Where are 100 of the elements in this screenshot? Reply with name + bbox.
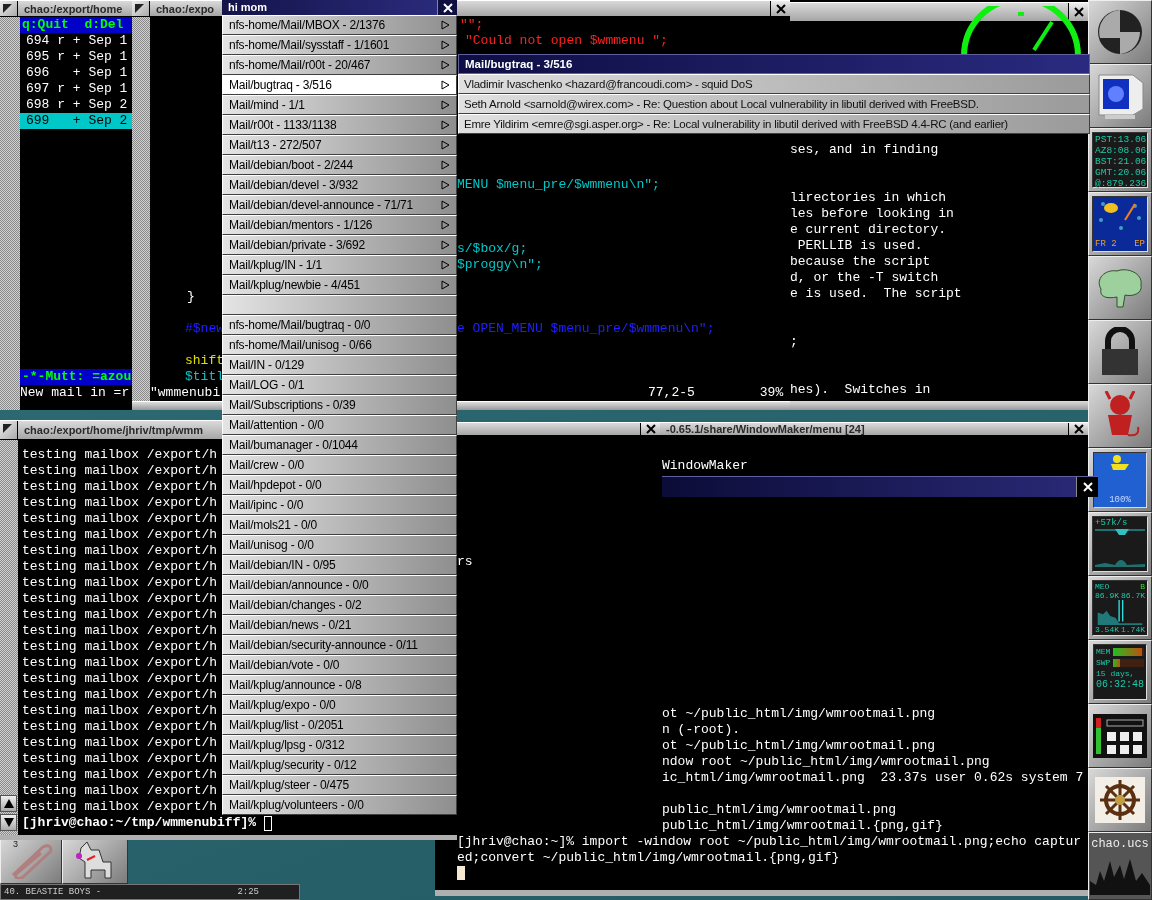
text-cursor <box>457 866 465 880</box>
menu-item[interactable]: nfs-home/Mail/MBOX - 2/1376 <box>222 15 457 35</box>
menu-item[interactable]: Mail/debian/vote - 0/0 <box>222 655 457 675</box>
workspace-number: 3 <box>13 839 18 849</box>
dock-tile[interactable] <box>1088 0 1152 64</box>
scroll-down-button[interactable] <box>0 814 17 831</box>
menu-item[interactable]: Mail/debian/private - 3/692 <box>222 235 457 255</box>
menu-item[interactable]: Vladimir Ivaschenko <hazard@francoudi.com> - squid DoS <box>458 74 1090 94</box>
menu-item[interactable]: Mail/kplug/expo - 0/0 <box>222 695 457 715</box>
terminal-line: testing mailbox /export/h <box>22 575 218 590</box>
menu-item[interactable]: Mail/kplug/IN - 1/1 <box>222 255 457 275</box>
dock-tile[interactable]: PST:13.06 AZ8:08.06 BST:21.06 GMT:20.06 @:879.236 <box>1088 128 1152 192</box>
dock-tile[interactable]: FR 2 EP <box>1088 192 1152 256</box>
menu-item[interactable]: Mail/bumanager - 0/1044 <box>222 435 457 455</box>
dock-tile[interactable] <box>1088 768 1152 832</box>
menu-item[interactable]: Mail/mols21 - 0/0 <box>222 515 457 535</box>
manual-line: les before looking in <box>790 206 954 221</box>
close-icon <box>1073 424 1084 434</box>
close-button[interactable] <box>1076 477 1098 497</box>
scroll-percent: 39% <box>759 385 784 401</box>
message-row[interactable]: 697 r + Sep 1 <box>20 81 132 97</box>
menu-item[interactable]: nfs-home/Mail/bugtraq - 0/0 <box>222 315 457 335</box>
menu-item[interactable]: Mail/debian/security-announce - 0/11 <box>222 635 457 655</box>
horizontal-scrollbar[interactable] <box>132 401 222 410</box>
scrollbar[interactable] <box>0 17 20 410</box>
scrollbar[interactable] <box>0 440 18 835</box>
dock-tile[interactable] <box>1088 704 1152 768</box>
message-row[interactable]: 696 + Sep 1 <box>20 65 132 81</box>
dock-tile[interactable] <box>62 838 128 884</box>
dock-tile[interactable]: MEM SWP 15 days, 06:32:48 <box>1088 640 1152 704</box>
terminal-line: testing mailbox /export/h <box>22 591 218 606</box>
close-button[interactable] <box>640 423 660 435</box>
menu-item[interactable]: Mail/attention - 0/0 <box>222 415 457 435</box>
terminal-line: testing mailbox /export/h <box>22 527 218 542</box>
menu-item[interactable]: Mail/ipinc - 0/0 <box>222 495 457 515</box>
menu-item[interactable]: Mail/kplug/security - 0/12 <box>222 755 457 775</box>
dock-tile[interactable]: 3 <box>0 838 62 884</box>
horizontal-scrollbar[interactable] <box>457 401 790 410</box>
menu-item[interactable]: Mail/kplug/lpsg - 0/312 <box>222 735 457 755</box>
menu-item[interactable]: Mail/crew - 0/0 <box>222 455 457 475</box>
close-button[interactable] <box>437 0 457 15</box>
uptime-days: 15 days, <box>1096 668 1144 679</box>
message-row[interactable]: 694 r + Sep 1 <box>20 33 132 49</box>
menu-item[interactable]: Mail/kplug/newbie - 4/451 <box>222 275 457 295</box>
window-menu-button[interactable] <box>132 1 150 16</box>
window-menu-button[interactable] <box>0 421 18 439</box>
shell-prompt: [jhriv@chao:~/tmp/wmmenubiff]% <box>22 815 257 831</box>
terminal-line: testing mailbox /export/h <box>22 767 218 782</box>
terminal-line: rs <box>457 554 473 569</box>
menu-item[interactable]: Mail/t13 - 272/507 <box>222 135 457 155</box>
menu-item[interactable]: Mail/debian/boot - 2/244 <box>222 155 457 175</box>
menu-item[interactable]: Mail/kplug/list - 0/2051 <box>222 715 457 735</box>
menu-item[interactable]: nfs-home/Mail/sysstaff - 1/1601 <box>222 35 457 55</box>
dock-tile[interactable] <box>1088 384 1152 448</box>
menu-item[interactable]: Mail/debian/changes - 0/2 <box>222 595 457 615</box>
meter-label: SWP <box>1096 657 1111 668</box>
close-button[interactable] <box>770 1 790 16</box>
close-button[interactable] <box>1068 3 1088 21</box>
menu-item[interactable]: nfs-home/Mail/r00t - 20/467 <box>222 55 457 75</box>
menu-item[interactable]: Mail/debian/announce - 0/0 <box>222 575 457 595</box>
horizontal-scrollbar[interactable] <box>790 401 1088 410</box>
dock-tile[interactable] <box>1088 64 1152 128</box>
scrollbar[interactable] <box>132 17 150 401</box>
menu-item[interactable]: Mail/debian/devel-announce - 71/71 <box>222 195 457 215</box>
down-arrow-icon <box>3 818 14 827</box>
message-row[interactable]: 698 r + Sep 2 <box>20 97 132 113</box>
terminal-line: testing mailbox /export/h <box>22 671 218 686</box>
menu-item[interactable]: Mail/unisog - 0/0 <box>222 535 457 555</box>
menu-item[interactable]: Mail/debian/news - 0/21 <box>222 615 457 635</box>
dock-tile[interactable]: MEO B 86.9K 86.7K 3.54K 1.74K <box>1088 576 1152 640</box>
menu-item[interactable]: Mail/r00t - 1133/1138 <box>222 115 457 135</box>
menu-item[interactable]: Mail/debian/IN - 0/95 <box>222 555 457 575</box>
menu-item[interactable]: Mail/hpdepot - 0/0 <box>222 475 457 495</box>
menu-item[interactable]: Mail/kplug/volunteers - 0/0 <box>222 795 457 815</box>
menu-item[interactable]: Mail/debian/mentors - 1/126 <box>222 215 457 235</box>
menu-item[interactable]: Emre Yildirim <emre@sgi.asper.org> - Re: Local vulnerability in libutil derived with FreeBSD 4.4-RC (and earlier) <box>458 114 1090 134</box>
message-row[interactable]: 695 r + Sep 1 <box>20 49 132 65</box>
menu-item[interactable]: Mail/debian/devel - 3/932 <box>222 175 457 195</box>
menu-item[interactable]: Mail/bugtraq - 3/516 <box>222 75 457 95</box>
menu-item[interactable]: Mail/Subscriptions - 0/39 <box>222 395 457 415</box>
menu-item[interactable]: Mail/mind - 1/1 <box>222 95 457 115</box>
status-bar: -*-Mutt: =azou <box>20 369 132 385</box>
dock-tile[interactable]: 100% <box>1088 448 1152 512</box>
dock-tile[interactable] <box>1088 320 1152 384</box>
menu-item[interactable]: Mail/kplug/announce - 0/8 <box>222 675 457 695</box>
menu-item[interactable]: Mail/kplug/steer - 0/475 <box>222 775 457 795</box>
dock-tile[interactable] <box>1088 256 1152 320</box>
menu-item[interactable]: nfs-home/Mail/unisog - 0/66 <box>222 335 457 355</box>
sphere-logo-icon <box>1096 8 1144 56</box>
dock-tile[interactable]: +57k/s <box>1088 512 1152 576</box>
up-arrow-icon <box>3 799 14 808</box>
terminal-line: testing mailbox /export/h <box>22 687 218 702</box>
scroll-up-button[interactable] <box>0 795 17 812</box>
message-row[interactable]: 699 + Sep 2 <box>20 113 132 129</box>
window-menu-button[interactable] <box>0 1 18 16</box>
menu-item[interactable]: Mail/IN - 0/129 <box>222 355 457 375</box>
terminal-line: testing mailbox /export/h <box>22 463 218 478</box>
menu-item[interactable]: Seth Arnold <sarnold@wirex.com> - Re: Question about Local vulnerability in libutil derived with FreeBSD. <box>458 94 1090 114</box>
menu-item[interactable]: Mail/LOG - 0/1 <box>222 375 457 395</box>
close-button[interactable] <box>1068 423 1088 435</box>
